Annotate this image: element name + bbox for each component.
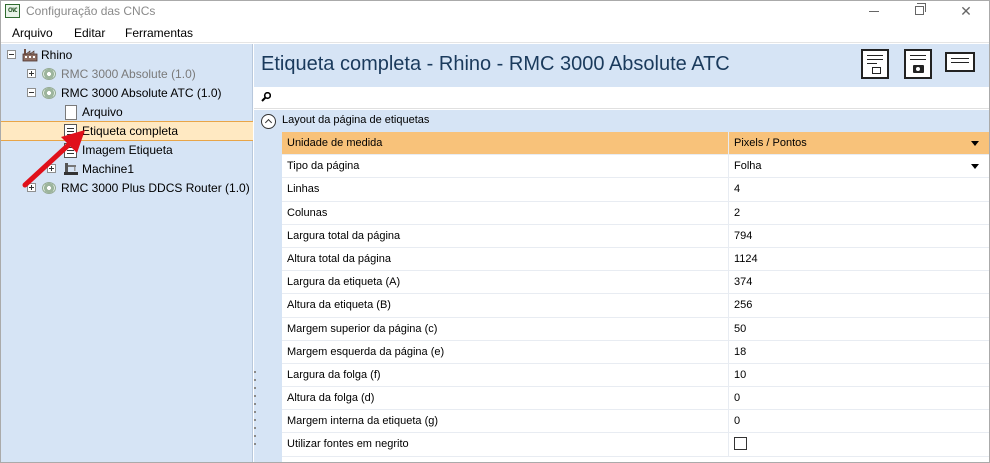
cnc-gear-icon	[42, 68, 56, 80]
maximize-button[interactable]	[897, 1, 943, 22]
property-value[interactable]: 2	[734, 207, 740, 219]
property-search-input[interactable]	[276, 89, 976, 107]
menu-ferramentas[interactable]: Ferramentas	[125, 26, 193, 40]
pane-splitter[interactable]	[254, 371, 257, 451]
property-search-row	[254, 87, 989, 109]
property-name: Altura total da página	[287, 252, 391, 265]
property-row[interactable]: Linhas 4	[282, 178, 989, 202]
property-name: Utilizar fontes em negrito	[287, 438, 409, 451]
property-row[interactable]: Colunas 2	[282, 201, 989, 225]
text-lines-icon	[951, 58, 969, 59]
property-name: Margem esquerda da página (e)	[287, 345, 445, 358]
collapse-category-icon[interactable]	[261, 114, 276, 129]
menu-bar: Arquivo Editar Ferramentas	[1, 22, 989, 43]
property-row[interactable]: Largura da folga (f) 10	[282, 363, 989, 388]
label-layout-button[interactable]	[861, 49, 889, 79]
tree-label-machine1: Machine1	[82, 162, 135, 176]
tree-node-arquivo[interactable]: Arquivo	[1, 103, 251, 121]
property-name: Linhas	[287, 183, 320, 196]
property-grid: Unidade de medida Pixels / Pontos Tipo d…	[282, 132, 989, 457]
property-value[interactable]: 10	[734, 369, 746, 381]
tree-label-rhino: Rhino	[41, 48, 73, 62]
detail-header: Etiqueta completa - Rhino - RMC 3000 Abs…	[254, 44, 989, 87]
property-value[interactable]: 794	[734, 230, 752, 242]
property-value[interactable]: 50	[734, 323, 746, 335]
config-tree: Rhino RMC 3000 Absolute (1.0) RMC 3000 A…	[1, 44, 253, 462]
property-value[interactable]: Pixels / Pontos	[734, 137, 807, 149]
property-name: Largura da etiqueta (A)	[287, 276, 401, 289]
main-window: CNC Configuração das CNCs ✕ Arquivo Edit…	[0, 0, 990, 463]
property-name: Altura da folga (d)	[287, 392, 375, 405]
property-value[interactable]: 0	[734, 392, 740, 404]
tree-label-arquivo: Arquivo	[82, 105, 123, 119]
collapse-expander-icon[interactable]	[27, 88, 36, 97]
tree-node-rhino[interactable]: Rhino	[1, 46, 251, 64]
layout-frame-icon	[872, 67, 881, 74]
page-title: Etiqueta completa - Rhino - RMC 3000 Abs…	[261, 53, 730, 75]
property-name: Largura da folga (f)	[287, 368, 381, 381]
window-title: Configuração das CNCs	[26, 4, 156, 18]
property-grid-gutter	[254, 132, 282, 462]
expand-expander-icon[interactable]	[27, 69, 36, 78]
dropdown-arrow-icon[interactable]	[971, 164, 979, 170]
tree-label-rmc-3000-absolute-atc: RMC 3000 Absolute ATC (1.0)	[61, 86, 222, 100]
property-value[interactable]: 256	[734, 299, 752, 311]
property-value[interactable]: 18	[734, 346, 746, 358]
tree-label-etiqueta-completa: Etiqueta completa	[82, 124, 179, 138]
property-row[interactable]: Altura da folga (d) 0	[282, 387, 989, 411]
property-row[interactable]: Margem interna da etiqueta (g) 0	[282, 410, 989, 434]
property-category-header[interactable]: Layout da página de etiquetas	[254, 110, 989, 132]
factory-icon	[22, 49, 38, 62]
annotation-arrow-icon	[22, 130, 85, 188]
detail-pane: Etiqueta completa - Rhino - RMC 3000 Abs…	[254, 44, 989, 462]
file-icon	[65, 105, 77, 120]
label-text-button[interactable]	[945, 52, 975, 72]
label-image-button[interactable]	[904, 49, 932, 79]
close-icon: ✕	[960, 3, 972, 19]
property-name: Altura da etiqueta (B)	[287, 299, 391, 312]
search-icon	[261, 92, 271, 102]
property-value[interactable]: 0	[734, 415, 740, 427]
property-row[interactable]: Largura total da página 794	[282, 224, 989, 248]
cnc-gear-icon	[42, 87, 56, 99]
property-row[interactable]: Unidade de medida Pixels / Pontos	[282, 132, 989, 156]
property-row[interactable]: Margem superior da página (c) 50	[282, 317, 989, 341]
menu-editar[interactable]: Editar	[74, 26, 105, 40]
property-value[interactable]: 1124	[734, 253, 758, 265]
minimize-icon	[869, 11, 879, 12]
property-row[interactable]: Altura total da página 1124	[282, 247, 989, 272]
property-name: Colunas	[287, 206, 328, 219]
property-name: Margem superior da página (c)	[287, 322, 438, 335]
tree-node-rmc-3000-absolute-atc[interactable]: RMC 3000 Absolute ATC (1.0)	[1, 84, 251, 102]
minimize-button[interactable]	[851, 1, 897, 22]
property-name: Tipo da página	[287, 160, 360, 173]
property-name: Margem interna da etiqueta (g)	[287, 415, 439, 428]
cnc-app-icon: CNC	[5, 4, 20, 18]
property-name: Largura total da página	[287, 229, 401, 242]
tree-label-rmc-3000-plus-ddcs-router: RMC 3000 Plus DDCS Router (1.0)	[61, 181, 250, 195]
property-row[interactable]: Utilizar fontes em negrito	[282, 433, 989, 457]
tree-label-rmc-3000-absolute: RMC 3000 Absolute (1.0)	[61, 67, 196, 81]
title-bar: CNC Configuração das CNCs ✕	[1, 1, 989, 22]
maximize-icon	[915, 3, 926, 15]
category-label: Layout da página de etiquetas	[282, 114, 430, 126]
property-row[interactable]: Largura da etiqueta (A) 374	[282, 271, 989, 295]
dropdown-arrow-icon[interactable]	[971, 141, 979, 146]
menu-arquivo[interactable]: Arquivo	[12, 26, 53, 40]
property-row[interactable]: Altura da etiqueta (B) 256	[282, 294, 989, 318]
property-name: Unidade de medida	[287, 137, 383, 149]
property-value[interactable]: 4	[734, 183, 740, 195]
property-row[interactable]: Tipo da página Folha	[282, 155, 989, 179]
property-value[interactable]: Folha	[734, 160, 762, 172]
property-row[interactable]: Margem esquerda da página (e) 18	[282, 340, 989, 364]
property-value[interactable]: 374	[734, 276, 752, 288]
bold-fonts-checkbox[interactable]	[734, 437, 747, 451]
close-button[interactable]: ✕	[943, 1, 989, 22]
tree-node-rmc-3000-absolute[interactable]: RMC 3000 Absolute (1.0)	[1, 65, 251, 83]
collapse-expander-icon[interactable]	[7, 50, 16, 59]
tree-label-imagem-etiqueta: Imagem Etiqueta	[82, 143, 173, 157]
